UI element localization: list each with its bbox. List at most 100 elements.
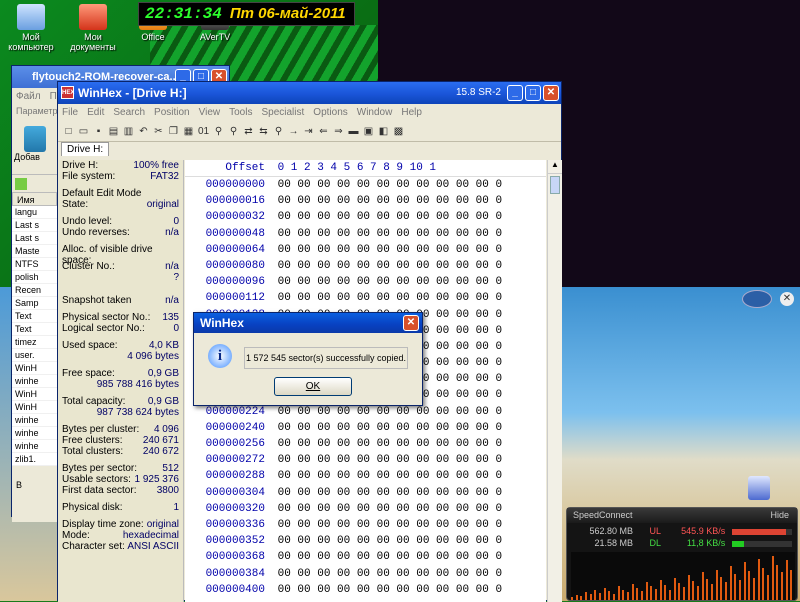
dialog-close-icon[interactable]: ✕ (403, 315, 419, 331)
new-file-icon[interactable]: □ (62, 125, 75, 138)
hex-bytes[interactable]: 00 00 00 00 00 00 00 00 00 00 00 0 (278, 292, 502, 304)
widget-close-icon[interactable]: ✕ (780, 292, 794, 306)
calc-icon[interactable]: ▩ (392, 125, 405, 138)
hex-bytes[interactable]: 00 00 00 00 00 00 00 00 00 00 00 0 (278, 195, 502, 207)
hex-row[interactable]: 000000400 00 00 00 00 00 00 00 00 00 00 … (185, 582, 546, 598)
hex-row[interactable]: 000000352 00 00 00 00 00 00 00 00 00 00 … (185, 533, 546, 549)
file-list-item[interactable]: zlib1. (12, 453, 57, 466)
menu-specialist[interactable]: Specialist (261, 107, 304, 118)
print-icon[interactable]: ▤ (107, 125, 120, 138)
hex-row[interactable]: 000000304 00 00 00 00 00 00 00 00 00 00 … (185, 485, 546, 501)
hex-row[interactable]: 000000000 00 00 00 00 00 00 00 00 00 00 … (185, 177, 546, 193)
hex-bytes[interactable]: 00 00 00 00 00 00 00 00 00 00 00 0 (278, 260, 502, 272)
file-list-item[interactable]: Text (12, 323, 57, 336)
hex-bytes[interactable]: 00 00 00 00 00 00 00 00 00 00 00 0 (278, 228, 502, 240)
file-list-item[interactable]: WinH (12, 401, 57, 414)
hex-bytes[interactable]: 00 00 00 00 00 00 00 00 00 00 00 0 (278, 211, 502, 223)
recycle-bin-icon[interactable] (748, 476, 770, 500)
hex-row[interactable]: 000000336 00 00 00 00 00 00 00 00 00 00 … (185, 517, 546, 533)
winhex-titlebar[interactable]: HEX WinHex - [Drive H:] 15.8 SR-2 _ □ ✕ (58, 82, 561, 104)
ram-icon[interactable]: ▣ (362, 125, 375, 138)
copy-icon[interactable]: ❐ (167, 125, 180, 138)
hex-bytes[interactable]: 00 00 00 00 00 00 00 00 00 00 00 0 (278, 438, 502, 450)
find-icon[interactable]: ⚲ (212, 125, 225, 138)
goto-icon[interactable]: → (287, 125, 300, 138)
dialog-titlebar[interactable]: WinHex ✕ (194, 313, 422, 333)
hex-bytes[interactable]: 00 00 00 00 00 00 00 00 00 00 00 0 (278, 422, 502, 434)
cut-icon[interactable]: ✂ (152, 125, 165, 138)
hex-bytes[interactable]: 00 00 00 00 00 00 00 00 00 00 00 0 (278, 519, 502, 531)
menu-edit[interactable]: Edit (87, 107, 104, 118)
hex-row[interactable]: 000000384 00 00 00 00 00 00 00 00 00 00 … (185, 566, 546, 582)
hex-bytes[interactable]: 00 00 00 00 00 00 00 00 00 00 00 0 (278, 584, 502, 596)
hex-row[interactable]: 000000224 00 00 00 00 00 00 00 00 00 00 … (185, 404, 546, 420)
hex-row[interactable]: 000000240 00 00 00 00 00 00 00 00 00 00 … (185, 420, 546, 436)
maximize-icon[interactable]: □ (525, 85, 541, 101)
menu-view[interactable]: View (199, 107, 221, 118)
menu-position[interactable]: Position (154, 107, 190, 118)
hex-row[interactable]: 000000320 00 00 00 00 00 00 00 00 00 00 … (185, 501, 546, 517)
hex-row[interactable]: 000000368 00 00 00 00 00 00 00 00 00 00 … (185, 549, 546, 565)
hex-bytes[interactable]: 00 00 00 00 00 00 00 00 00 00 00 0 (278, 551, 502, 563)
close-icon[interactable]: ✕ (543, 85, 559, 101)
paste-icon[interactable]: ▦ (182, 125, 195, 138)
hex-row[interactable]: 000000256 00 00 00 00 00 00 00 00 00 00 … (185, 436, 546, 452)
hex-row[interactable]: 000000048 00 00 00 00 00 00 00 00 00 00 … (185, 226, 546, 242)
replace-hex-icon[interactable]: ⇆ (257, 125, 270, 138)
file-list-item[interactable]: WinH (12, 388, 57, 401)
back-icon[interactable]: ⇐ (317, 125, 330, 138)
menu-tools[interactable]: Tools (229, 107, 252, 118)
compass-widget-icon[interactable] (742, 290, 772, 308)
hex-row[interactable]: 000000064 00 00 00 00 00 00 00 00 00 00 … (185, 242, 546, 258)
winhex-dialog[interactable]: WinHex ✕ i 1 572 545 sector(s) successfu… (193, 312, 423, 406)
hex-row[interactable]: 000000288 00 00 00 00 00 00 00 00 00 00 … (185, 468, 546, 484)
file-list-item[interactable]: Maste (12, 245, 57, 258)
file-list-item[interactable]: Recen (12, 284, 57, 297)
hex-bytes[interactable]: 00 00 00 00 00 00 00 00 00 00 00 0 (278, 276, 502, 288)
goto-offset-icon[interactable]: ⇥ (302, 125, 315, 138)
scroll-thumb[interactable] (550, 176, 560, 194)
add-panel[interactable]: Добав (12, 122, 57, 174)
menu-help[interactable]: Help (401, 107, 422, 118)
properties-icon[interactable]: ▥ (122, 125, 135, 138)
hex-bytes[interactable]: 00 00 00 00 00 00 00 00 00 00 00 0 (278, 406, 502, 418)
speedconnect-widget[interactable]: SpeedConnect Hide 562.80 MB UL 545.9 KB/s… (566, 507, 798, 601)
file-list-item[interactable]: Last s (12, 219, 57, 232)
undo-icon[interactable]: ↶ (137, 125, 150, 138)
hex-bytes[interactable]: 00 00 00 00 00 00 00 00 00 00 00 0 (278, 487, 502, 499)
open-icon[interactable]: ▭ (77, 125, 90, 138)
file-list-item[interactable]: winhe (12, 375, 57, 388)
vertical-scrollbar[interactable]: ▲ (547, 160, 562, 602)
tab-drive-h[interactable]: Drive H: (61, 142, 110, 156)
disk-icon[interactable]: ▬ (347, 125, 360, 138)
scroll-up-icon[interactable]: ▲ (548, 160, 562, 174)
menu-options[interactable]: Options (313, 107, 347, 118)
file-list-item[interactable]: WinH (12, 362, 57, 375)
hex-row[interactable]: 000000096 00 00 00 00 00 00 00 00 00 00 … (185, 274, 546, 290)
find-hex-icon[interactable]: ⚲ (227, 125, 240, 138)
file-list-item[interactable]: Last s (12, 232, 57, 245)
hex-bytes[interactable]: 00 00 00 00 00 00 00 00 00 00 00 0 (278, 454, 502, 466)
hex-bytes[interactable]: 00 00 00 00 00 00 00 00 00 00 00 0 (278, 470, 502, 482)
column-header-name[interactable]: Имя (12, 192, 57, 206)
file-list-item[interactable]: winhe (12, 414, 57, 427)
hex-bytes[interactable]: 00 00 00 00 00 00 00 00 00 00 00 0 (278, 568, 502, 580)
hex-bytes[interactable]: 00 00 00 00 00 00 00 00 00 00 00 0 (278, 244, 502, 256)
hex-row[interactable]: 000000032 00 00 00 00 00 00 00 00 00 00 … (185, 209, 546, 225)
menu-window[interactable]: Window (357, 107, 393, 118)
minimize-icon[interactable]: _ (507, 85, 523, 101)
ok-button[interactable]: OK (274, 377, 352, 396)
file-list-item[interactable]: NTFS (12, 258, 57, 271)
save-icon[interactable]: ▪ (92, 125, 105, 138)
file-list-item[interactable]: timez (12, 336, 57, 349)
up-folder-button[interactable] (12, 174, 57, 192)
hex-row[interactable]: 000000016 00 00 00 00 00 00 00 00 00 00 … (185, 193, 546, 209)
hex-row[interactable]: 000000112 00 00 00 00 00 00 00 00 00 00 … (185, 290, 546, 306)
menu-search[interactable]: Search (113, 107, 145, 118)
desktop-icon-my-computer[interactable]: Мой компьютер (0, 4, 62, 52)
hex-row[interactable]: 000000272 00 00 00 00 00 00 00 00 00 00 … (185, 452, 546, 468)
menu-file[interactable]: Файл (16, 91, 41, 102)
file-list-item[interactable]: winhe (12, 440, 57, 453)
forward-icon[interactable]: ⇒ (332, 125, 345, 138)
file-list-item[interactable]: langu (12, 206, 57, 219)
